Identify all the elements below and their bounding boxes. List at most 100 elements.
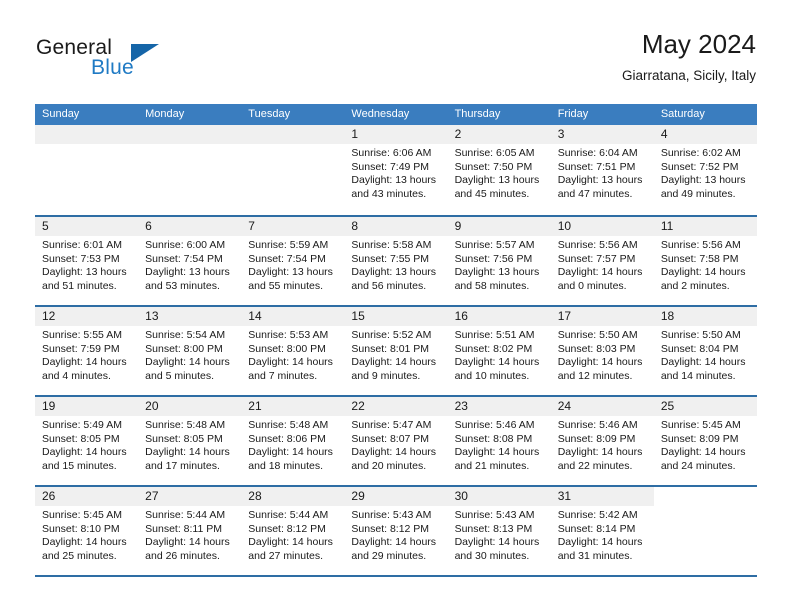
sunrise-time: Sunrise: 5:52 AM [351, 329, 432, 341]
day-number [241, 125, 345, 144]
calendar-grid: Sunday Monday Tuesday Wednesday Thursday… [35, 104, 757, 577]
day-details: Sunrise: 5:51 AM Sunset: 8:02 PM Daylight:… [448, 326, 551, 383]
daylight-duration-line2: and 31 minutes. [557, 549, 633, 562]
calendar-day-cell[interactable]: 1 Sunrise: 6:06 AM Sunset: 7:49 PM Daylight… [344, 125, 448, 215]
weekday-header-monday: Monday [145, 108, 185, 120]
day-details: Sunrise: 5:47 AM Sunset: 8:07 PM Daylight:… [344, 416, 447, 473]
day-number: 17 [550, 307, 654, 326]
sunset-time: Sunset: 7:55 PM [351, 252, 430, 265]
calendar-day-cell[interactable]: 29 Sunrise: 5:43 AM Sunset: 8:12 PM Dayligh… [344, 487, 448, 575]
daylight-duration-line2: and 7 minutes. [248, 369, 318, 382]
daylight-duration-line2: and 18 minutes. [248, 459, 323, 472]
day-details: Sunrise: 5:43 AM Sunset: 8:13 PM Daylight:… [448, 506, 551, 563]
calendar-day-cell[interactable]: 22 Sunrise: 5:47 AM Sunset: 8:07 PM Dayligh… [344, 397, 448, 485]
daylight-duration-line1: Daylight: 13 hours [557, 174, 643, 187]
day-details: Sunrise: 5:56 AM Sunset: 7:58 PM Daylight:… [654, 236, 757, 293]
day-number: 29 [344, 487, 448, 506]
calendar-week-row: 19 Sunrise: 5:49 AM Sunset: 8:05 PM Dayligh… [35, 395, 757, 485]
sunrise-time: Sunrise: 6:06 AM [351, 147, 432, 159]
sunset-time: Sunset: 8:05 PM [42, 432, 120, 445]
calendar-day-cell[interactable]: 12 Sunrise: 5:55 AM Sunset: 7:59 PM Dayligh… [35, 307, 139, 395]
calendar-day-cell[interactable]: 25 Sunrise: 5:45 AM Sunset: 8:09 PM Dayligh… [653, 397, 757, 485]
daylight-duration-line1: Daylight: 13 hours [660, 174, 746, 187]
daylight-duration-line2: and 25 minutes. [42, 549, 117, 562]
calendar-day-cell[interactable]: 21 Sunrise: 5:48 AM Sunset: 8:06 PM Dayligh… [241, 397, 345, 485]
daylight-duration-line2: and 56 minutes. [351, 279, 427, 292]
calendar-day-cell[interactable]: 4 Sunrise: 6:02 AM Sunset: 7:52 PM Daylight… [653, 125, 757, 215]
daylight-duration-line1: Daylight: 14 hours [351, 536, 437, 549]
day-number: 30 [447, 487, 551, 506]
sunset-time: Sunset: 7:49 PM [351, 160, 430, 173]
calendar-day-cell[interactable]: 23 Sunrise: 5:46 AM Sunset: 8:08 PM Dayligh… [447, 397, 551, 485]
sunset-time: Sunset: 8:09 PM [557, 432, 636, 445]
day-number: 6 [138, 217, 242, 236]
sunrise-time: Sunrise: 5:48 AM [145, 419, 226, 431]
calendar-day-cell[interactable]: 18 Sunrise: 5:50 AM Sunset: 8:04 PM Dayligh… [653, 307, 757, 395]
calendar-week-row: 5 Sunrise: 6:01 AM Sunset: 7:53 PM Daylight… [35, 215, 757, 305]
sunset-time: Sunset: 7:56 PM [454, 252, 533, 265]
weekday-header-sunday: Sunday [42, 108, 80, 120]
calendar-day-cell[interactable]: 11 Sunrise: 5:56 AM Sunset: 7:58 PM Dayligh… [653, 217, 757, 305]
day-number: 16 [447, 307, 551, 326]
day-details: Sunrise: 6:01 AM Sunset: 7:53 PM Daylight:… [35, 236, 138, 293]
calendar-day-cell[interactable]: 24 Sunrise: 5:46 AM Sunset: 8:09 PM Dayligh… [550, 397, 654, 485]
sunrise-time: Sunrise: 5:43 AM [351, 509, 432, 521]
daylight-duration-line1: Daylight: 14 hours [454, 446, 540, 459]
calendar-weeks: 1 Sunrise: 6:06 AM Sunset: 7:49 PM Daylight… [35, 125, 757, 575]
daylight-duration-line1: Daylight: 14 hours [248, 446, 333, 459]
calendar-day-cell[interactable]: 10 Sunrise: 5:56 AM Sunset: 7:57 PM Dayligh… [550, 217, 654, 305]
daylight-duration-line2: and 20 minutes. [351, 459, 427, 472]
day-number [654, 487, 757, 506]
daylight-duration-line2: and 9 minutes. [351, 369, 421, 382]
daylight-duration-line2: and 43 minutes. [351, 187, 427, 200]
daylight-duration-line2: and 14 minutes. [660, 369, 736, 382]
calendar-day-cell[interactable]: 14 Sunrise: 5:53 AM Sunset: 8:00 PM Dayligh… [241, 307, 345, 395]
daylight-duration-line1: Daylight: 14 hours [660, 356, 746, 369]
daylight-duration-line2: and 45 minutes. [454, 187, 530, 200]
day-details: Sunrise: 5:52 AM Sunset: 8:01 PM Daylight:… [344, 326, 447, 383]
weekday-header-wednesday: Wednesday [351, 108, 410, 120]
sunset-time: Sunset: 8:01 PM [351, 342, 430, 355]
daylight-duration-line1: Daylight: 14 hours [660, 446, 746, 459]
calendar-day-cell[interactable]: 2 Sunrise: 6:05 AM Sunset: 7:50 PM Daylight… [447, 125, 551, 215]
sunset-time: Sunset: 8:09 PM [660, 432, 739, 445]
brand-logo[interactable]: General Blue [36, 36, 236, 86]
calendar-day-cell[interactable]: 20 Sunrise: 5:48 AM Sunset: 8:05 PM Dayligh… [138, 397, 242, 485]
day-number: 7 [241, 217, 345, 236]
calendar-day-cell[interactable]: 31 Sunrise: 5:42 AM Sunset: 8:14 PM Dayligh… [550, 487, 654, 575]
day-number: 2 [447, 125, 551, 144]
calendar-day-cell[interactable]: 7 Sunrise: 5:59 AM Sunset: 7:54 PM Daylight… [241, 217, 345, 305]
day-details: Sunrise: 5:45 AM Sunset: 8:10 PM Daylight:… [35, 506, 138, 563]
calendar-day-cell[interactable]: 15 Sunrise: 5:52 AM Sunset: 8:01 PM Dayligh… [344, 307, 448, 395]
sunrise-time: Sunrise: 5:50 AM [557, 329, 638, 341]
day-number: 19 [35, 397, 139, 416]
day-details: Sunrise: 5:55 AM Sunset: 7:59 PM Daylight:… [35, 326, 138, 383]
calendar-day-cell[interactable]: 5 Sunrise: 6:01 AM Sunset: 7:53 PM Daylight… [35, 217, 139, 305]
sunrise-time: Sunrise: 5:46 AM [454, 419, 535, 431]
calendar-day-cell[interactable]: 26 Sunrise: 5:45 AM Sunset: 8:10 PM Dayligh… [35, 487, 139, 575]
calendar-day-cell[interactable]: 3 Sunrise: 6:04 AM Sunset: 7:51 PM Daylight… [550, 125, 654, 215]
sunset-time: Sunset: 8:10 PM [42, 522, 120, 535]
daylight-duration-line1: Daylight: 14 hours [145, 446, 230, 459]
daylight-duration-line1: Daylight: 13 hours [145, 266, 230, 279]
day-details: Sunrise: 5:56 AM Sunset: 7:57 PM Daylight:… [551, 236, 654, 293]
weekday-header-row: Sunday Monday Tuesday Wednesday Thursday… [35, 104, 757, 125]
calendar-day-cell[interactable]: 27 Sunrise: 5:44 AM Sunset: 8:11 PM Dayligh… [138, 487, 242, 575]
calendar-day-cell[interactable]: 9 Sunrise: 5:57 AM Sunset: 7:56 PM Daylight… [447, 217, 551, 305]
calendar-day-cell[interactable]: 13 Sunrise: 5:54 AM Sunset: 8:00 PM Dayligh… [138, 307, 242, 395]
day-details: Sunrise: 5:58 AM Sunset: 7:55 PM Daylight:… [344, 236, 447, 293]
calendar-day-cell[interactable]: 16 Sunrise: 5:51 AM Sunset: 8:02 PM Dayligh… [447, 307, 551, 395]
calendar-day-cell[interactable]: 19 Sunrise: 5:49 AM Sunset: 8:05 PM Dayligh… [35, 397, 139, 485]
daylight-duration-line2: and 12 minutes. [557, 369, 633, 382]
daylight-duration-line2: and 5 minutes. [145, 369, 215, 382]
calendar-day-cell[interactable]: 8 Sunrise: 5:58 AM Sunset: 7:55 PM Daylight… [344, 217, 448, 305]
sunset-time: Sunset: 7:57 PM [557, 252, 636, 265]
calendar-day-cell[interactable]: 30 Sunrise: 5:43 AM Sunset: 8:13 PM Dayligh… [447, 487, 551, 575]
calendar-day-cell[interactable]: 17 Sunrise: 5:50 AM Sunset: 8:03 PM Dayligh… [550, 307, 654, 395]
sunset-time: Sunset: 8:03 PM [557, 342, 636, 355]
calendar-day-cell[interactable]: 6 Sunrise: 6:00 AM Sunset: 7:54 PM Daylight… [138, 217, 242, 305]
calendar-empty-cell [138, 125, 242, 215]
daylight-duration-line1: Daylight: 14 hours [248, 356, 333, 369]
calendar-day-cell[interactable]: 28 Sunrise: 5:44 AM Sunset: 8:12 PM Dayligh… [241, 487, 345, 575]
daylight-duration-line1: Daylight: 14 hours [557, 356, 643, 369]
